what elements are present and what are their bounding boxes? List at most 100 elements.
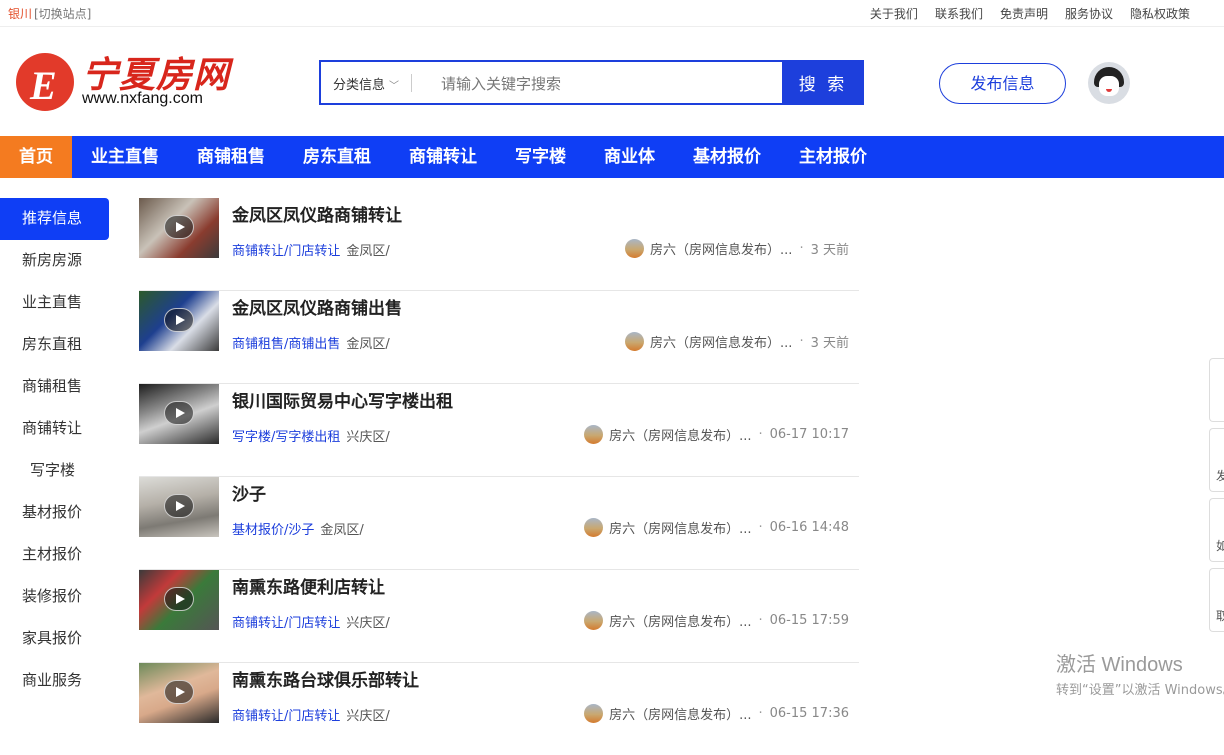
video-thumbnail[interactable] <box>139 384 219 444</box>
switch-site-link[interactable]: [切换站点] <box>34 5 91 22</box>
top-links: 关于我们 联系我们 免责声明 服务协议 隐私权政策 <box>870 5 1190 22</box>
listing-meta: 房六（房网信息发布）... · 06-17 10:17 <box>584 425 849 444</box>
sidebar-item-office[interactable]: 写字楼 <box>0 450 110 492</box>
sidebar-item-main-material[interactable]: 主材报价 <box>0 534 110 576</box>
video-thumbnail[interactable] <box>139 198 219 258</box>
category-label: 分类信息 <box>333 78 386 93</box>
float-tab-publish[interactable]: 发 <box>1209 428 1224 492</box>
list-item[interactable]: 南熏东路台球俱乐部转让 商铺转让/门店转让 兴庆区/ 房六（房网信息发布）... ·… <box>139 663 859 755</box>
listing-meta: 房六（房网信息发布）... · 3 天前 <box>625 332 849 351</box>
listing-district: 兴庆区/ <box>346 430 390 445</box>
listing-title[interactable]: 南熏东路台球俱乐部转让 <box>232 666 419 691</box>
video-thumbnail[interactable] <box>139 663 219 723</box>
disclaimer-link[interactable]: 免责声明 <box>1000 5 1048 22</box>
category-link[interactable]: 商铺转让/门店转让 <box>232 709 340 724</box>
current-city[interactable]: 银川 <box>8 5 32 22</box>
video-thumbnail[interactable] <box>139 291 219 351</box>
sidebar-item-shop-transfer[interactable]: 商铺转让 <box>0 408 110 450</box>
author-name: 房六（房网信息发布）... <box>609 429 752 444</box>
category-link[interactable]: 商铺租售/商铺出售 <box>232 337 340 352</box>
author-avatar <box>625 332 645 351</box>
listing-meta: 房六（房网信息发布）... · 06-16 14:48 <box>584 518 849 537</box>
sidebar-item-shop-rent-sale[interactable]: 商铺租售 <box>0 366 110 408</box>
nav-office[interactable]: 写字楼 <box>496 136 585 178</box>
sidebar-item-recommended[interactable]: 推荐信息 <box>0 198 109 240</box>
listing-category: 基材报价/沙子 金凤区/ <box>232 519 364 538</box>
privacy-policy-link[interactable]: 隐私权政策 <box>1130 5 1190 22</box>
play-icon <box>164 215 194 239</box>
author-name: 房六（房网信息发布）... <box>650 243 793 258</box>
top-bar: 银川 [切换站点] 关于我们 联系我们 免责声明 服务协议 隐私权政策 <box>0 0 1224 27</box>
nav-commercial[interactable]: 商业体 <box>585 136 674 178</box>
author-avatar <box>584 704 604 723</box>
author-avatar <box>625 239 645 258</box>
post-time: 06-15 17:36 <box>769 706 849 721</box>
sidebar-item-business-service[interactable]: 商业服务 <box>0 660 110 702</box>
play-icon <box>164 680 194 704</box>
publish-button[interactable]: 发布信息 <box>939 63 1066 104</box>
logo-mark-icon: E <box>16 53 74 111</box>
list-item[interactable]: 金凤区凤仪路商铺转让 商铺转让/门店转让 金凤区/ 房六（房网信息发布）... · 3… <box>139 198 859 291</box>
nav-owner-sale[interactable]: 业主直售 <box>72 136 178 178</box>
play-icon <box>164 401 194 425</box>
service-agreement-link[interactable]: 服务协议 <box>1065 5 1113 22</box>
listing-list: 金凤区凤仪路商铺转让 商铺转让/门店转让 金凤区/ 房六（房网信息发布）... · 3… <box>139 198 859 755</box>
post-time: 06-16 14:48 <box>769 520 849 535</box>
author-name: 房六（房网信息发布）... <box>609 615 752 630</box>
listing-district: 金凤区/ <box>346 337 390 352</box>
nav-shop-rent-sale[interactable]: 商铺租售 <box>178 136 284 178</box>
listing-title[interactable]: 银川国际贸易中心写字楼出租 <box>232 387 453 412</box>
float-tab-2[interactable]: 如 <box>1209 498 1224 562</box>
search-input[interactable] <box>439 70 773 98</box>
author-name: 房六（房网信息发布）... <box>650 336 793 351</box>
sidebar-item-landlord-rent[interactable]: 房东直租 <box>0 324 110 366</box>
sidebar-item-decoration[interactable]: 装修报价 <box>0 576 110 618</box>
search-box: 分类信息﹀ 搜 索 <box>319 60 864 105</box>
nav-home[interactable]: 首页 <box>0 136 72 178</box>
listing-title[interactable]: 沙子 <box>232 480 266 505</box>
nav-main-material[interactable]: 主材报价 <box>780 136 886 178</box>
float-tab-top[interactable] <box>1209 358 1224 422</box>
category-link[interactable]: 商铺转让/门店转让 <box>232 244 340 259</box>
post-time: 3 天前 <box>810 336 849 351</box>
category-link[interactable]: 写字楼/写字楼出租 <box>232 430 340 445</box>
category-link[interactable]: 基材报价/沙子 <box>232 523 314 538</box>
listing-district: 兴庆区/ <box>346 709 390 724</box>
list-item[interactable]: 沙子 基材报价/沙子 金凤区/ 房六（房网信息发布）... · 06-16 14:48 <box>139 477 859 570</box>
category-link[interactable]: 商铺转让/门店转让 <box>232 616 340 631</box>
nav-shop-transfer[interactable]: 商铺转让 <box>390 136 496 178</box>
listing-category: 商铺转让/门店转让 兴庆区/ <box>232 612 390 631</box>
list-item[interactable]: 银川国际贸易中心写字楼出租 写字楼/写字楼出租 兴庆区/ 房六（房网信息发布）..… <box>139 384 859 477</box>
author-avatar <box>584 611 604 630</box>
list-item[interactable]: 南熏东路便利店转让 商铺转让/门店转让 兴庆区/ 房六（房网信息发布）... · 06… <box>139 570 859 663</box>
video-thumbnail[interactable] <box>139 477 219 537</box>
post-time: 06-15 17:59 <box>769 613 849 628</box>
sidebar-item-owner-sale[interactable]: 业主直售 <box>0 282 110 324</box>
about-us-link[interactable]: 关于我们 <box>870 5 918 22</box>
site-logo[interactable]: E 宁夏房网 www.nxfang.com <box>16 52 256 112</box>
listing-meta: 房六（房网信息发布）... · 06-15 17:59 <box>584 611 849 630</box>
listing-district: 金凤区/ <box>320 523 364 538</box>
chevron-down-icon: ﹀ <box>389 81 400 92</box>
play-icon <box>164 308 194 332</box>
video-thumbnail[interactable] <box>139 570 219 630</box>
nav-landlord-rent[interactable]: 房东直租 <box>284 136 390 178</box>
sidebar-item-new-homes[interactable]: 新房房源 <box>0 240 110 282</box>
listing-district: 金凤区/ <box>346 244 390 259</box>
sidebar-item-base-material[interactable]: 基材报价 <box>0 492 110 534</box>
listing-title[interactable]: 南熏东路便利店转让 <box>232 573 385 598</box>
main-nav: 首页 业主直售 商铺租售 房东直租 商铺转让 写字楼 商业体 基材报价 主材报价 <box>0 136 1224 178</box>
listing-title[interactable]: 金凤区凤仪路商铺出售 <box>232 294 402 319</box>
category-dropdown[interactable]: 分类信息 ﹀ <box>333 74 399 93</box>
user-avatar[interactable] <box>1088 62 1130 104</box>
sidebar-item-furniture[interactable]: 家具报价 <box>0 618 110 660</box>
list-item[interactable]: 金凤区凤仪路商铺出售 商铺租售/商铺出售 金凤区/ 房六（房网信息发布）... · 3… <box>139 291 859 384</box>
listing-category: 商铺租售/商铺出售 金凤区/ <box>232 333 390 352</box>
logo-url: www.nxfang.com <box>82 90 203 107</box>
search-button[interactable]: 搜 索 <box>782 60 864 105</box>
post-time: 3 天前 <box>810 243 849 258</box>
nav-base-material[interactable]: 基材报价 <box>674 136 780 178</box>
contact-us-link[interactable]: 联系我们 <box>935 5 983 22</box>
float-tab-3[interactable]: 取 <box>1209 568 1224 632</box>
listing-title[interactable]: 金凤区凤仪路商铺转让 <box>232 201 402 226</box>
